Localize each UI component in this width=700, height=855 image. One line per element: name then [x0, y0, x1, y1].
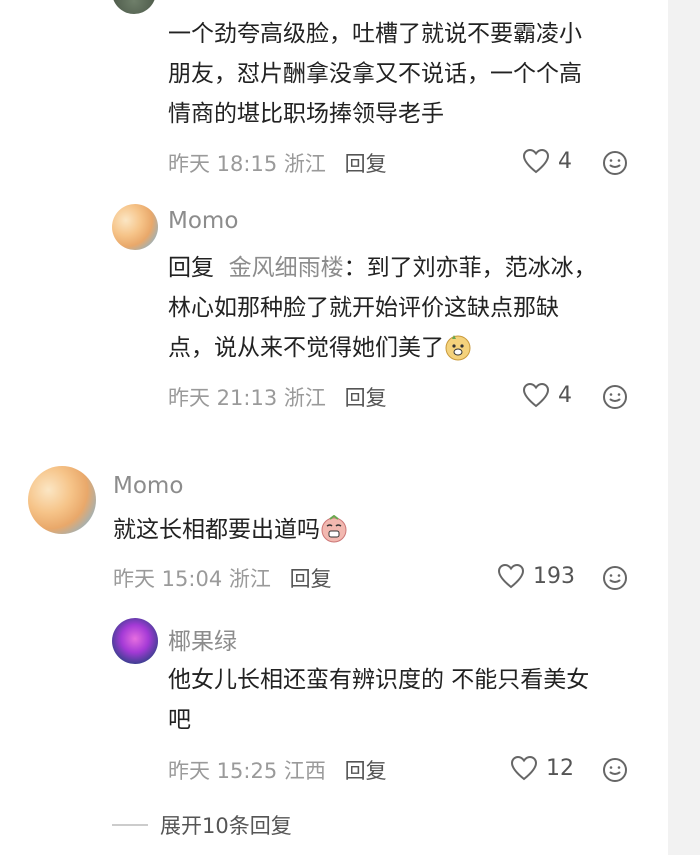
heart-icon — [522, 148, 550, 174]
heart-icon — [522, 382, 550, 408]
comment-meta: 昨天 15:04 浙江 回复 — [113, 563, 332, 593]
username[interactable]: Momo — [113, 473, 183, 499]
like-count: 4 — [558, 148, 572, 174]
comment-location: 浙江 — [283, 386, 326, 410]
comment-time: 昨天 21:13 — [168, 386, 278, 410]
like-button[interactable]: 12 — [510, 755, 574, 781]
comment-text-line: 回复 金风细雨楼：到了刘亦菲，范冰冰， — [168, 248, 658, 288]
heart-icon — [497, 563, 525, 589]
reply-button[interactable]: 回复 — [290, 567, 332, 591]
comment-text-line: 情商的堪比职场捧领导老手 — [168, 101, 444, 127]
comment-text: 一个劲夸高级脸，吐槽了就说不要霸凌小 朋友，怼片酬拿没拿又不说话，一个个高 情商… — [168, 14, 658, 134]
username[interactable]: 椰果绿 — [168, 622, 237, 656]
comment-text-line: 一个劲夸高级脸，吐槽了就说不要霸凌小 — [168, 21, 582, 47]
like-count: 4 — [558, 382, 572, 408]
reply-button[interactable]: 回复 — [345, 152, 387, 176]
like-button[interactable]: 4 — [522, 382, 572, 408]
comment-meta: 昨天 18:15 浙江 回复 — [168, 148, 387, 178]
avatar[interactable] — [28, 466, 96, 534]
comment-location: 浙江 — [283, 152, 326, 176]
comment-time: 昨天 15:04 — [113, 567, 223, 591]
username[interactable]: Momo — [168, 208, 238, 234]
avatar[interactable] — [112, 0, 156, 14]
crying-emoji-icon — [321, 515, 347, 543]
comment-text-line: 吧 — [168, 707, 191, 733]
avatar[interactable] — [112, 618, 158, 664]
comment-meta: 昨天 21:13 浙江 回复 — [168, 382, 387, 412]
like-button[interactable]: 193 — [497, 563, 575, 589]
comment-text-line: 林心如那种脸了就开始评价这缺点那缺 — [168, 295, 559, 321]
comment-location: 浙江 — [228, 567, 271, 591]
reply-target-username[interactable]: 金风细雨楼 — [229, 255, 344, 281]
like-count: 193 — [533, 563, 575, 589]
expand-divider — [112, 824, 148, 826]
avatar[interactable] — [112, 204, 158, 250]
expand-replies-button[interactable]: 展开10条回复 — [112, 810, 292, 840]
comment-text-line: 他女儿长相还蛮有辨识度的 不能只看美女 — [168, 667, 590, 693]
comment-text-fragment: ：到了刘亦菲，范冰冰， — [343, 255, 597, 281]
comment-text: 回复 金风细雨楼：到了刘亦菲，范冰冰， 林心如那种脸了就开始评价这缺点那缺 点，… — [168, 248, 658, 368]
smile-icon[interactable] — [602, 757, 628, 783]
comment-text-line: 就这长相都要出道吗 — [113, 510, 653, 550]
comment-text-line: 朋友，怼片酬拿没拿又不说话，一个个高 — [168, 61, 582, 87]
reply-button[interactable]: 回复 — [345, 386, 387, 410]
smile-icon[interactable] — [602, 150, 628, 176]
comment-text-fragment: 就这长相都要出道吗 — [113, 517, 320, 543]
comment-text-line: 点，说从来不觉得她们美了 — [168, 328, 658, 368]
smile-icon[interactable] — [602, 384, 628, 410]
comment-time: 昨天 18:15 — [168, 152, 278, 176]
expand-replies-label: 展开10条回复 — [160, 814, 292, 838]
comment-text-fragment: 点，说从来不觉得她们美了 — [168, 335, 444, 361]
right-scroll-area — [668, 0, 700, 855]
like-button[interactable]: 4 — [522, 148, 572, 174]
comment-text: 他女儿长相还蛮有辨识度的 不能只看美女 吧 — [168, 660, 658, 740]
comment-text: 就这长相都要出道吗 — [113, 510, 653, 550]
reply-prefix: 回复 — [168, 255, 214, 281]
like-count: 12 — [546, 755, 574, 781]
smile-icon[interactable] — [602, 565, 628, 591]
comment-meta: 昨天 15:25 江西 回复 — [168, 755, 387, 785]
comment-time: 昨天 15:25 — [168, 759, 278, 783]
doge-emoji-icon — [445, 335, 471, 361]
heart-icon — [510, 755, 538, 781]
reply-button[interactable]: 回复 — [345, 759, 387, 783]
comment-location: 江西 — [283, 759, 326, 783]
